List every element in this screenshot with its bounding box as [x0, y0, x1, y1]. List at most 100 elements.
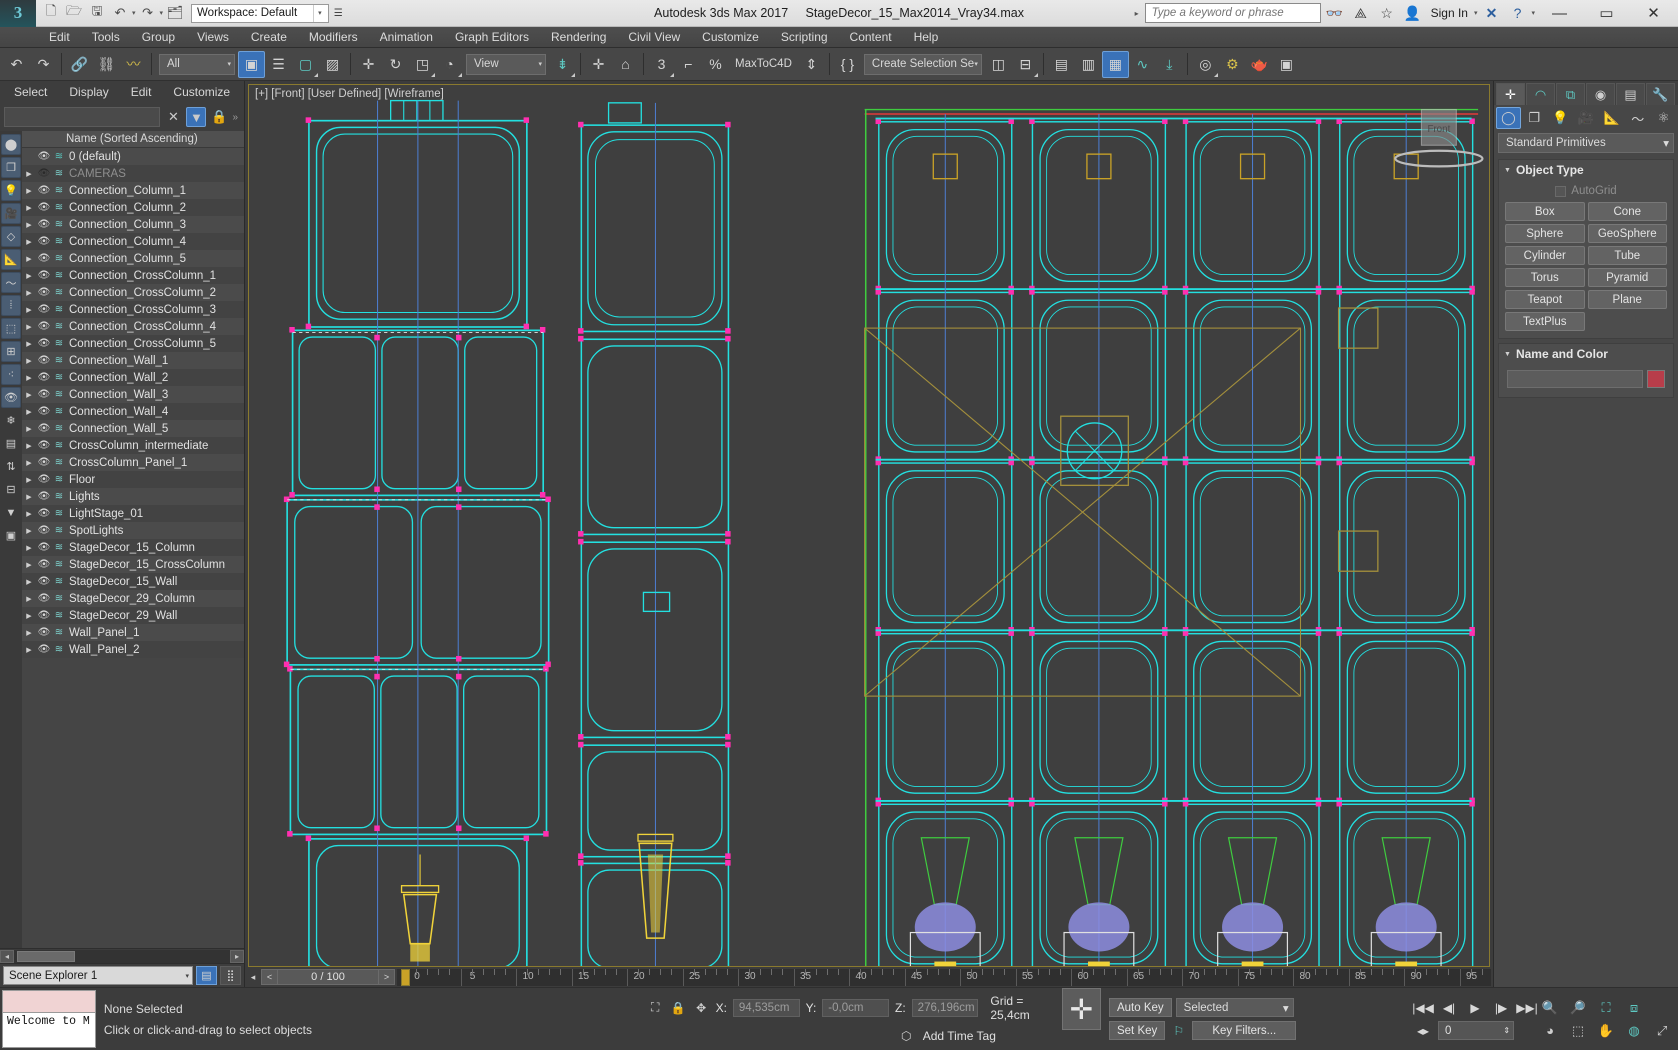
schematic-view-icon[interactable]: ⤓: [1156, 51, 1183, 78]
workspace-selector[interactable]: Workspace: Default ▾: [191, 4, 329, 23]
expand-arrow-icon[interactable]: ▶: [22, 442, 36, 450]
next-frame-icon[interactable]: |▶: [1490, 998, 1512, 1017]
visibility-eye-icon[interactable]: 👁: [36, 576, 52, 587]
visibility-eye-icon[interactable]: 👁: [36, 440, 52, 451]
chevron-down-icon[interactable]: ▾: [227, 60, 231, 68]
scene-explorer-row[interactable]: ▶👁≋CrossColumn_Panel_1: [22, 454, 244, 471]
expand-arrow-icon[interactable]: ▶: [22, 612, 36, 620]
scene-explorer-row[interactable]: ▶👁≋StageDecor_15_Column: [22, 539, 244, 556]
menu-item-graph-editors[interactable]: Graph Editors: [444, 27, 540, 48]
goto-start-icon[interactable]: |◀◀: [1412, 998, 1434, 1017]
visibility-eye-icon[interactable]: 👁: [36, 151, 52, 162]
zoom-extents-icon[interactable]: ⛶: [1594, 998, 1618, 1017]
expand-arrow-icon[interactable]: ▶: [22, 374, 36, 382]
next-frame-button[interactable]: >: [378, 969, 395, 985]
expand-arrow-icon[interactable]: ▶: [22, 408, 36, 416]
primitive-button-geosphere[interactable]: GeoSphere: [1588, 224, 1668, 243]
visibility-eye-icon[interactable]: 👁: [36, 389, 52, 400]
auto-key-button[interactable]: Auto Key: [1109, 998, 1172, 1017]
menu-item-modifiers[interactable]: Modifiers: [298, 27, 369, 48]
scroll-right-icon[interactable]: ▸: [230, 950, 244, 963]
frame-indicator[interactable]: < 0 / 100 >: [261, 969, 395, 985]
scroll-left-icon[interactable]: ◂: [0, 950, 14, 963]
visibility-eye-icon[interactable]: 👁: [36, 406, 52, 417]
visibility-eye-icon[interactable]: 👁: [36, 287, 52, 298]
utilities-tab[interactable]: 🔧: [1646, 83, 1675, 105]
chevron-down-icon[interactable]: ▾: [1283, 1001, 1289, 1015]
exchange-app-icon[interactable]: ✕: [1479, 2, 1503, 24]
menu-item-content[interactable]: Content: [839, 27, 903, 48]
rendered-frame-window-icon[interactable]: 🫖: [1246, 51, 1273, 78]
key-mode-toggle-icon[interactable]: ◂▸: [1412, 1021, 1434, 1040]
visibility-eye-icon[interactable]: 👁: [36, 627, 52, 638]
use-pivot-center-icon[interactable]: ⇟: [549, 51, 576, 78]
filter-shapes-icon[interactable]: ◇: [1, 226, 21, 247]
scene-explorer-row[interactable]: ▶👁≋StageDecor_15_CrossColumn: [22, 556, 244, 573]
visibility-eye-icon[interactable]: 👁: [36, 491, 52, 502]
menu-item-group[interactable]: Group: [131, 27, 186, 48]
menu-item-views[interactable]: Views: [186, 27, 240, 48]
maximize-viewport-icon[interactable]: ⤢: [1650, 1021, 1674, 1040]
filter-spacewarps-icon[interactable]: 〜: [1, 272, 21, 293]
expand-arrow-icon[interactable]: ▶: [22, 221, 36, 229]
scene-explorer-row[interactable]: ▶👁≋Connection_Wall_1: [22, 352, 244, 369]
scene-explorer-row[interactable]: ▶👁≋Wall_Panel_2: [22, 641, 244, 658]
absolute-relative-icon[interactable]: ✥: [693, 999, 710, 1017]
visibility-eye-icon[interactable]: 👁: [36, 525, 52, 536]
save-file-icon[interactable]: 🖫: [86, 3, 108, 24]
percent-snap-icon[interactable]: %: [702, 51, 729, 78]
front-viewport[interactable]: [+] [Front] [User Defined] [Wireframe]: [248, 84, 1490, 967]
scene-explorer-selector[interactable]: Scene Explorer 1 ▾: [3, 966, 193, 985]
scene-explorer-row[interactable]: ▶👁≋Connection_Column_3: [22, 216, 244, 233]
menu-item-rendering[interactable]: Rendering: [540, 27, 617, 48]
previous-frame-icon[interactable]: ◀|: [1438, 998, 1460, 1017]
timeline-left-arrow-icon[interactable]: ◂: [247, 970, 259, 985]
scene-explorer-row[interactable]: ▶👁≋Lights: [22, 488, 244, 505]
menu-item-create[interactable]: Create: [240, 27, 298, 48]
scene-explorer-row[interactable]: ▶👁≋Connection_Column_5: [22, 250, 244, 267]
object-name-input[interactable]: [1507, 370, 1643, 388]
scene-explorer-row[interactable]: ▶👁≋CAMERAS: [22, 165, 244, 182]
workspace-chevron-down-icon[interactable]: ▾: [313, 5, 326, 22]
sign-in-button[interactable]: Sign In: [1427, 6, 1472, 20]
scene-explorer-row[interactable]: ▶👁≋Connection_CrossColumn_4: [22, 318, 244, 335]
selection-lock-region-icon[interactable]: ⛶: [647, 999, 664, 1017]
visibility-eye-icon[interactable]: 👁: [36, 321, 52, 332]
field-of-view-icon[interactable]: ◕: [1538, 1021, 1562, 1040]
zoom-all-icon[interactable]: 🔎: [1566, 998, 1590, 1017]
visibility-eye-icon[interactable]: 👁: [36, 270, 52, 281]
undo-icon[interactable]: ↶: [109, 3, 131, 24]
visibility-eye-icon[interactable]: 👁: [36, 457, 52, 468]
primitive-button-plane[interactable]: Plane: [1588, 290, 1668, 309]
spinner-snap-icon[interactable]: ⌐: [675, 51, 702, 78]
object-color-swatch[interactable]: [1647, 370, 1665, 388]
maxscript-input-line[interactable]: [2, 990, 96, 1013]
scene-explorer-search-input[interactable]: [4, 107, 160, 127]
collapse-triangle-icon[interactable]: ▼: [1504, 351, 1511, 358]
named-selection-set-combo[interactable]: Create Selection Se ▾: [864, 54, 982, 75]
scene-explorer-row[interactable]: 👁≋0 (default): [22, 148, 244, 165]
expand-arrow-icon[interactable]: ▶: [22, 323, 36, 331]
share-icon[interactable]: ⟁: [1349, 2, 1373, 24]
maxscript-output-line[interactable]: Welcome to M: [2, 1013, 96, 1048]
align-icon[interactable]: ⊟: [1012, 51, 1039, 78]
scene-explorer-row[interactable]: ▶👁≋Connection_Wall_4: [22, 403, 244, 420]
scene-explorer-icon[interactable]: ▥: [1075, 51, 1102, 78]
orbit-icon[interactable]: ◍: [1622, 1021, 1646, 1040]
expand-arrow-icon[interactable]: ▶: [22, 187, 36, 195]
visibility-eye-icon[interactable]: 👁: [36, 508, 52, 519]
redo-icon[interactable]: ↷: [137, 3, 159, 24]
filter-geometry-icon[interactable]: ❐: [1, 157, 21, 178]
scene-explorer-row[interactable]: ▶👁≋SpotLights: [22, 522, 244, 539]
chevron-down-icon[interactable]: ▾: [185, 972, 189, 980]
help-chevron-down-icon[interactable]: ▾: [1531, 9, 1535, 17]
search-input[interactable]: [1145, 3, 1321, 23]
name-column-header[interactable]: Name (Sorted Ascending): [22, 131, 244, 148]
menu-item-edit[interactable]: Edit: [38, 27, 81, 48]
zoom-extents-all-icon[interactable]: ⧈: [1622, 998, 1646, 1017]
curve-editor-icon[interactable]: ∿: [1129, 51, 1156, 78]
visibility-eye-icon[interactable]: 👁: [36, 423, 52, 434]
filter-all-icon[interactable]: ⬤: [1, 134, 21, 155]
lights-icon[interactable]: 💡: [1548, 107, 1573, 129]
reference-coordinate-combo[interactable]: View ▾: [466, 54, 546, 75]
